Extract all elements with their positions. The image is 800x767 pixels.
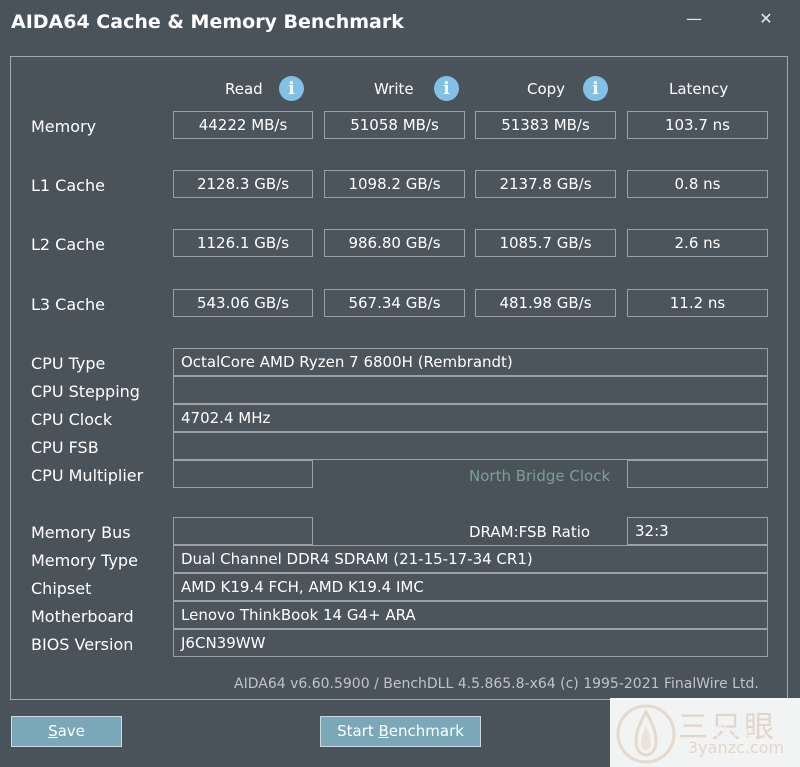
close-button[interactable]: Close [713,723,754,741]
row-label-memory: Memory [31,117,97,136]
row-label-l2-cache: L2 Cache [31,235,105,254]
save-label: ave [57,722,85,740]
l2-write-value: 986.80 GB/s [324,229,465,257]
memory-write-value: 51058 MB/s [324,111,465,139]
save-hotkey: S [48,722,58,740]
start-benchmark-button[interactable]: Start Benchmark [320,716,481,747]
copy-info-icon[interactable]: i [583,76,608,101]
start-hotkey: B [378,722,389,740]
l2-latency-value: 2.6 ns [627,229,768,257]
motherboard-value: Lenovo ThinkBook 14 G4+ ARA [173,601,768,629]
cpu-multiplier-value [173,460,313,488]
memory-copy-value: 51383 MB/s [475,111,616,139]
l3-read-value: 543.06 GB/s [173,289,313,317]
cpu-type-label: CPU Type [31,354,106,373]
watermark-eye-icon [616,704,676,764]
cpu-fsb-value [173,432,768,460]
memory-latency-value: 103.7 ns [627,111,768,139]
l1-read-value: 2128.3 GB/s [173,170,313,198]
l3-write-value: 567.34 GB/s [324,289,465,317]
l2-copy-value: 1085.7 GB/s [475,229,616,257]
window-title: AIDA64 Cache & Memory Benchmark [11,11,404,33]
memory-type-value: Dual Channel DDR4 SDRAM (21-15-17-34 CR1… [173,545,768,573]
north-bridge-clock-label: North Bridge Clock [469,467,611,485]
write-info-icon[interactable]: i [434,76,459,101]
cpu-multiplier-label: CPU Multiplier [31,466,144,485]
row-label-l3-cache: L3 Cache [31,295,105,314]
memory-type-label: Memory Type [31,551,138,570]
memory-bus-label: Memory Bus [31,523,131,542]
chipset-value: AMD K19.4 FCH, AMD K19.4 IMC [173,573,768,601]
l2-read-value: 1126.1 GB/s [173,229,313,257]
bios-version-label: BIOS Version [31,635,134,654]
start-label-rest: enchmark [388,722,464,740]
row-label-l1-cache: L1 Cache [31,176,105,195]
memory-bus-value [173,517,313,545]
cpu-clock-value: 4702.4 MHz [173,404,768,432]
version-footer: AIDA64 v6.60.5900 / BenchDLL 4.5.865.8-x… [234,676,759,692]
bios-version-value: J6CN39WW [173,629,768,657]
cpu-clock-label: CPU Clock [31,410,113,429]
north-bridge-clock-value [627,460,768,488]
chipset-label: Chipset [31,579,92,598]
read-info-icon[interactable]: i [279,76,304,101]
column-header-read: Read [225,80,263,98]
l1-write-value: 1098.2 GB/s [324,170,465,198]
l1-latency-value: 0.8 ns [627,170,768,198]
save-button[interactable]: Save [11,716,122,747]
minimize-button[interactable]: — [682,6,706,30]
column-header-write: Write [374,80,414,98]
dram-fsb-ratio-value: 32:3 [627,517,768,545]
dram-fsb-ratio-label: DRAM:FSB Ratio [469,523,591,541]
motherboard-label: Motherboard [31,607,134,626]
column-header-latency: Latency [669,80,729,98]
cpu-stepping-label: CPU Stepping [31,382,140,401]
l3-copy-value: 481.98 GB/s [475,289,616,317]
start-label-prefix: Start [337,722,379,740]
cpu-stepping-value [173,376,768,404]
watermark-logo: 三只眼 3yanzc.com [610,698,800,767]
l1-copy-value: 2137.8 GB/s [475,170,616,198]
cpu-type-value: OctalCore AMD Ryzen 7 6800H (Rembrandt) [173,348,768,376]
close-window-button[interactable]: ✕ [754,6,778,30]
l3-latency-value: 11.2 ns [627,289,768,317]
memory-read-value: 44222 MB/s [173,111,313,139]
column-header-copy: Copy [527,80,566,98]
cpu-fsb-label: CPU FSB [31,438,99,457]
